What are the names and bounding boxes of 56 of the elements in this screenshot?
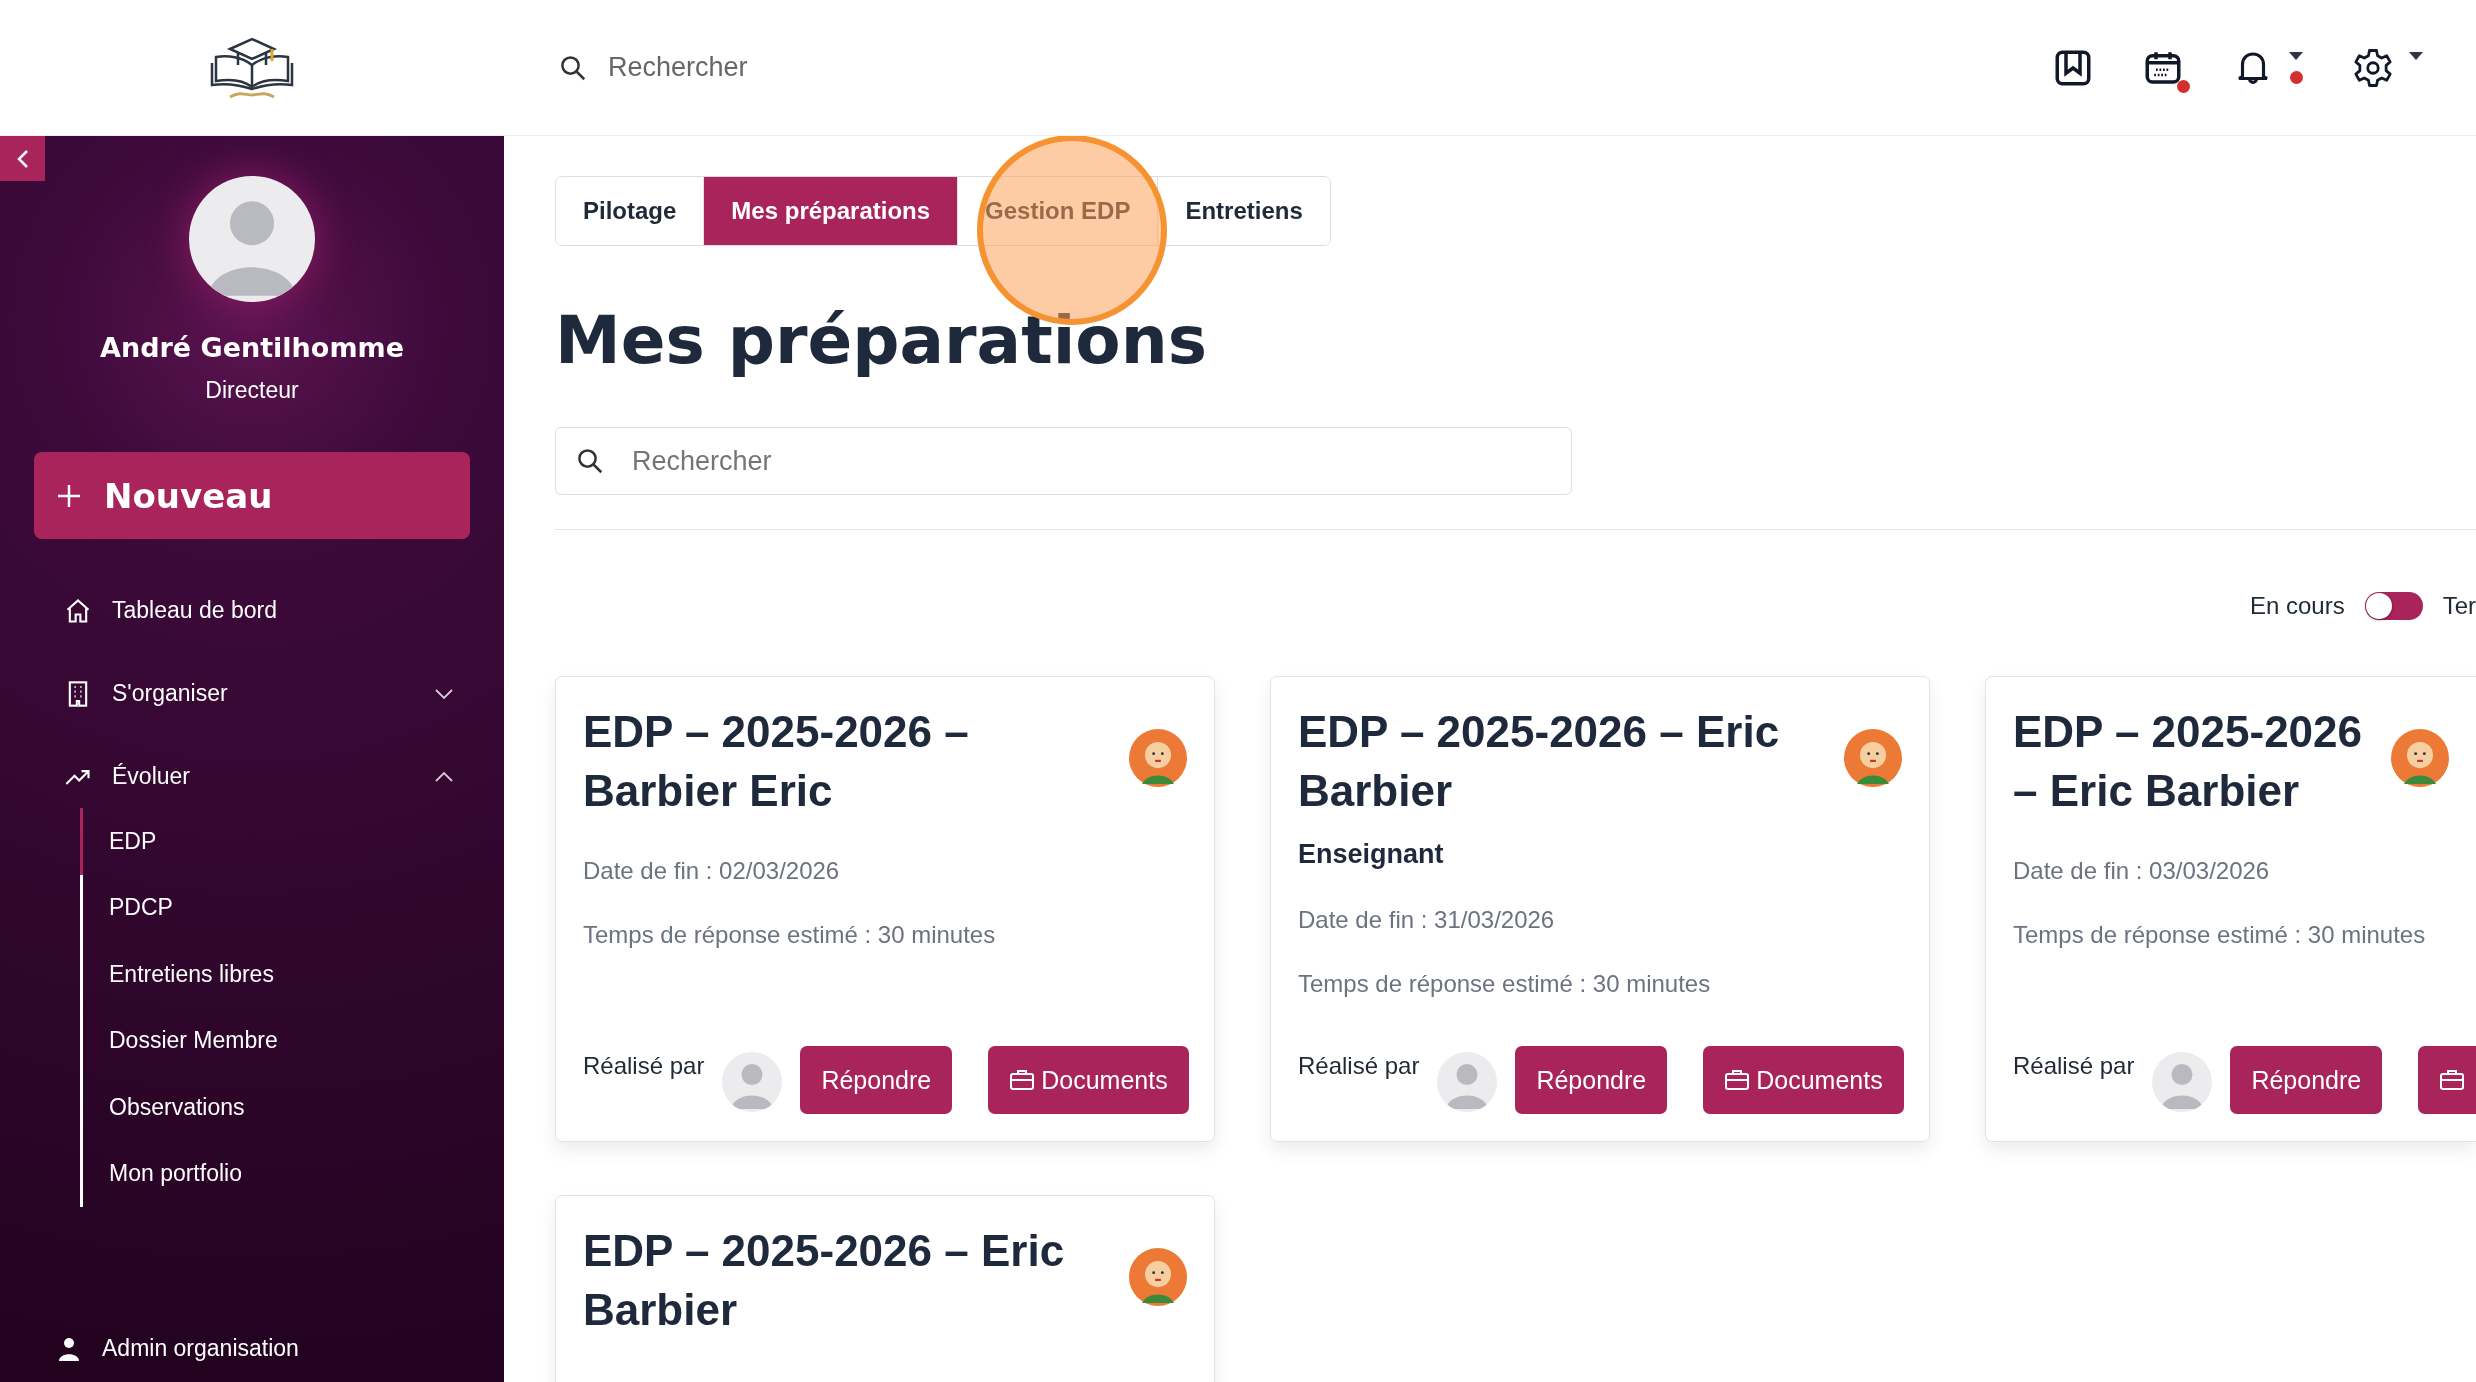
card-subtitle: Enseignant xyxy=(1298,838,1445,870)
briefcase-icon xyxy=(1724,1068,1751,1092)
caret-icon[interactable] xyxy=(2288,50,2304,61)
estimated-time: Temps de réponse estimé : 30 minutes xyxy=(583,920,997,949)
reply-button[interactable]: Répondre xyxy=(1515,1046,1668,1114)
status-toggle[interactable] xyxy=(2364,592,2423,620)
end-date: Date de fin : 02/03/2026 xyxy=(583,856,841,885)
caret-icon[interactable] xyxy=(2408,50,2424,61)
new-button[interactable]: Nouveau xyxy=(34,452,470,539)
submenu-item[interactable]: Dossier Membre xyxy=(80,1007,504,1074)
page-title: Mes préparations xyxy=(555,302,1208,379)
nav-item[interactable]: Tableau de bord xyxy=(0,569,504,652)
submenu-item[interactable]: PDCP xyxy=(80,874,504,941)
card-title: EDP – 2025-2026 – Barbier Eric xyxy=(583,706,970,818)
submenu-item[interactable]: Observations xyxy=(80,1074,504,1141)
reply-button[interactable]: Répondre xyxy=(2230,1046,2383,1114)
briefcase-icon xyxy=(1009,1068,1036,1092)
admin-link[interactable]: Admin organisation xyxy=(0,1335,504,1362)
search-icon xyxy=(575,446,605,476)
documents-button[interactable]: Documents xyxy=(988,1046,1189,1114)
user-role: Directeur xyxy=(205,377,299,404)
submenu-item[interactable]: Entretiens libres xyxy=(80,941,504,1008)
submenu-item[interactable]: EDP xyxy=(80,808,504,875)
author-label: Réalisé par xyxy=(583,1051,705,1080)
chevron-up-icon xyxy=(434,770,454,783)
avatar-icon xyxy=(2391,729,2449,787)
author-label: Réalisé par xyxy=(1298,1051,1420,1080)
estimated-time: Temps de réponse estimé : 30 minutes xyxy=(2013,920,2427,949)
avatar-icon xyxy=(1129,729,1187,787)
plus-icon xyxy=(56,482,82,509)
tab[interactable]: Mes préparations xyxy=(704,177,959,245)
collapse-sidebar-button[interactable] xyxy=(0,136,45,181)
person-icon xyxy=(58,1336,80,1361)
end-date: Date de fin : 03/03/2026 xyxy=(2013,856,2271,885)
reply-button[interactable]: Répondre xyxy=(800,1046,953,1114)
toggle-label: En cours xyxy=(2249,592,2345,620)
tab[interactable]: Pilotage xyxy=(556,177,705,245)
documents-button[interactable] xyxy=(2418,1046,2476,1114)
card-title: EDP – 2025-2026 – Eric Barbier xyxy=(2013,706,2363,818)
settings-icon[interactable] xyxy=(2352,46,2394,89)
card-title: EDP – 2025-2026 – Eric Barbier xyxy=(1298,706,1781,818)
user-name: André Gentilhomme xyxy=(100,332,404,363)
card-title: EDP – 2025-2026 – Eric Barbier xyxy=(583,1225,1066,1337)
end-date: Date de fin : 31/03/2026 xyxy=(1298,905,1556,934)
nav-item[interactable]: S'organiser xyxy=(0,652,504,735)
search-field[interactable]: Rechercher xyxy=(606,51,1158,84)
chevron-down-icon xyxy=(434,687,454,700)
avatar-icon xyxy=(1129,1248,1187,1306)
search-field[interactable]: Rechercher xyxy=(555,427,1572,495)
avatar-icon xyxy=(1844,729,1902,787)
author-label: Réalisé par xyxy=(2013,1051,2135,1080)
estimated-time: Temps de réponse estimé : 30 minutes xyxy=(1298,969,1712,998)
submenu-item[interactable]: Mon portfolio xyxy=(80,1140,504,1207)
toggle-label: Ter xyxy=(2442,592,2476,620)
documents-button[interactable]: Documents xyxy=(1703,1046,1904,1114)
briefcase-icon xyxy=(2439,1068,2466,1092)
